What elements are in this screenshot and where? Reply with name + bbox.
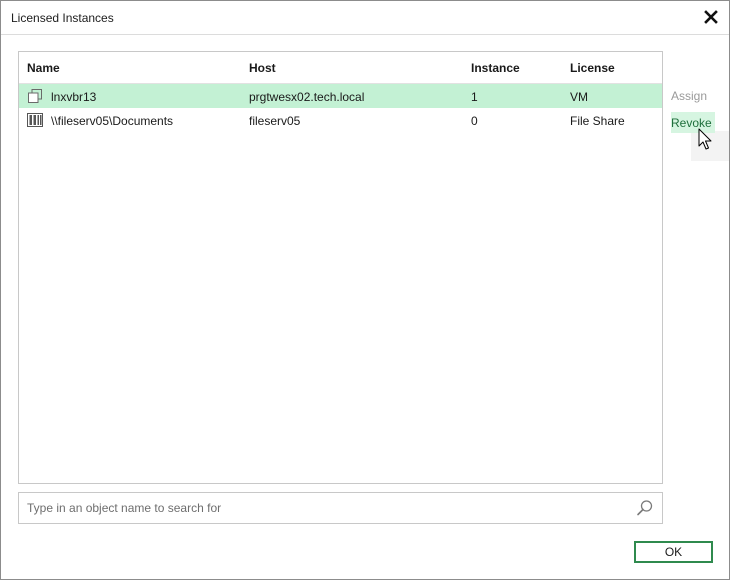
search-input[interactable] — [19, 493, 619, 523]
ok-button[interactable]: OK — [634, 541, 713, 563]
licensed-instances-dialog: Licensed Instances Name Host Instance Li… — [0, 0, 730, 580]
row-host: prgtwesx02.tech.local — [249, 90, 365, 104]
column-header-license[interactable]: License — [570, 61, 615, 75]
table-row[interactable]: lnxvbr13 prgtwesx02.tech.local 1 VM — [19, 84, 662, 108]
vm-icon — [28, 89, 42, 103]
row-instance: 1 — [471, 90, 478, 104]
row-license: File Share — [570, 114, 625, 128]
row-host: fileserv05 — [249, 114, 301, 128]
title-bar: Licensed Instances — [1, 1, 729, 35]
search-box — [18, 492, 663, 524]
close-icon[interactable] — [701, 7, 721, 27]
dialog-title: Licensed Instances — [11, 11, 114, 25]
assign-button[interactable]: Assign — [671, 89, 707, 103]
table-row[interactable]: \\fileserv05\Documents fileserv05 0 File… — [19, 108, 662, 132]
row-instance: 0 — [471, 114, 478, 128]
row-name: lnxvbr13 — [51, 90, 97, 104]
column-header-name[interactable]: Name — [27, 61, 60, 75]
file-share-icon — [27, 113, 43, 127]
table-header: Name Host Instance License — [19, 52, 662, 84]
row-license: VM — [570, 90, 588, 104]
search-icon[interactable] — [636, 499, 654, 517]
column-header-host[interactable]: Host — [249, 61, 276, 75]
column-header-instance[interactable]: Instance — [471, 61, 520, 75]
instances-table: Name Host Instance License lnxvbr13 prgt… — [18, 51, 663, 484]
mouse-pointer-icon — [698, 128, 712, 150]
row-name: \\fileserv05\Documents — [51, 114, 174, 128]
